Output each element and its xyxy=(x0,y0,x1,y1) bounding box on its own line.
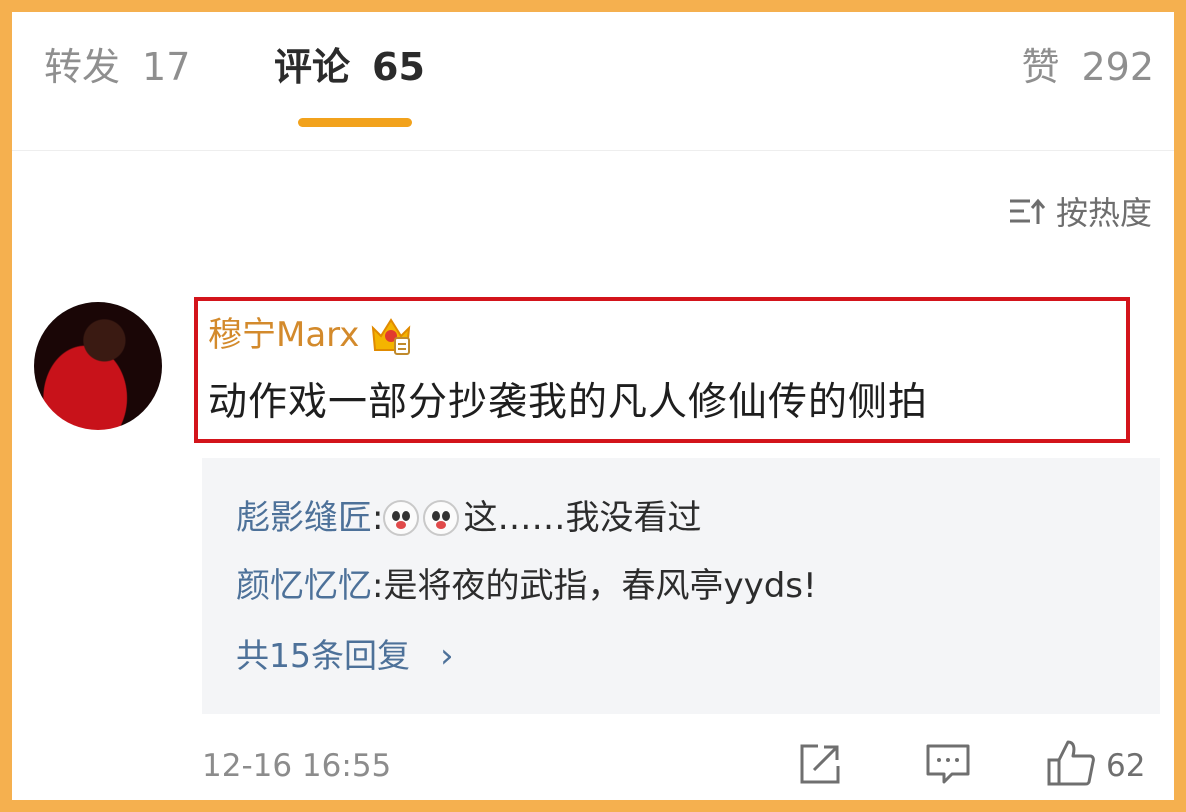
like-count: 62 xyxy=(1106,748,1146,784)
replies-panel[interactable]: 彪影缝匠 : 这……我没看过 颜忆忆忆 : 是将夜的武指，春风亭yyds! 共1… xyxy=(202,458,1160,714)
reply-username[interactable]: 颜忆忆忆 xyxy=(236,564,372,608)
tab-likes-label: 赞 xyxy=(1021,45,1060,89)
sort-icon xyxy=(1009,198,1046,224)
comment-text: 动作戏一部分抄袭我的凡人修仙传的侧拍 xyxy=(208,380,929,425)
tab-bar: 转发 17 评论 65 赞 292 xyxy=(12,12,1174,151)
tab-likes[interactable]: 赞 292 xyxy=(1021,42,1154,92)
reply-colon: : xyxy=(372,566,384,606)
reply-text: 这……我没看过 xyxy=(463,498,702,538)
reply-item[interactable]: 彪影缝匠 : 这……我没看过 xyxy=(236,496,701,540)
thumbs-up-icon[interactable] xyxy=(1046,738,1096,788)
more-replies-label: 共15条回复 xyxy=(236,636,410,675)
tab-active-indicator xyxy=(298,118,412,127)
sort-by-hot-button[interactable]: 按热度 xyxy=(1008,188,1152,234)
share-icon[interactable] xyxy=(798,742,842,786)
vip-crown-icon xyxy=(372,318,411,355)
surprised-emoji-icon xyxy=(423,500,460,536)
reply-username[interactable]: 彪影缝匠 xyxy=(236,496,372,540)
surprised-emoji-icon xyxy=(383,500,420,536)
comment-username-label: 穆宁Marx xyxy=(208,315,360,355)
comment-timestamp: 12-16 16:55 xyxy=(202,748,392,784)
reply-text: 是将夜的武指，春风亭yyds! xyxy=(383,566,817,606)
reply-colon: : xyxy=(372,498,384,538)
comment-username[interactable]: 穆宁Marx xyxy=(208,314,413,356)
tab-reposts[interactable]: 转发 17 xyxy=(44,42,190,92)
tab-likes-count: 292 xyxy=(1081,45,1154,89)
chevron-right-icon: › xyxy=(440,636,454,676)
avatar[interactable] xyxy=(34,302,162,430)
comment-icon[interactable] xyxy=(924,742,972,786)
reply-item[interactable]: 颜忆忆忆 : 是将夜的武指，春风亭yyds! xyxy=(236,564,817,608)
tab-comments-count: 65 xyxy=(372,45,425,89)
tab-comments[interactable]: 评论 65 xyxy=(274,42,425,92)
tab-reposts-label: 转发 xyxy=(44,45,121,89)
tab-comments-label: 评论 xyxy=(274,45,351,89)
more-replies-link[interactable]: 共15条回复 › xyxy=(236,634,454,678)
weibo-post-card: 转发 17 评论 65 赞 292 按热度 穆宁Marx 动作戏一部分抄袭我的凡… xyxy=(12,12,1174,800)
sort-label: 按热度 xyxy=(1055,194,1152,232)
tab-reposts-count: 17 xyxy=(142,45,191,89)
